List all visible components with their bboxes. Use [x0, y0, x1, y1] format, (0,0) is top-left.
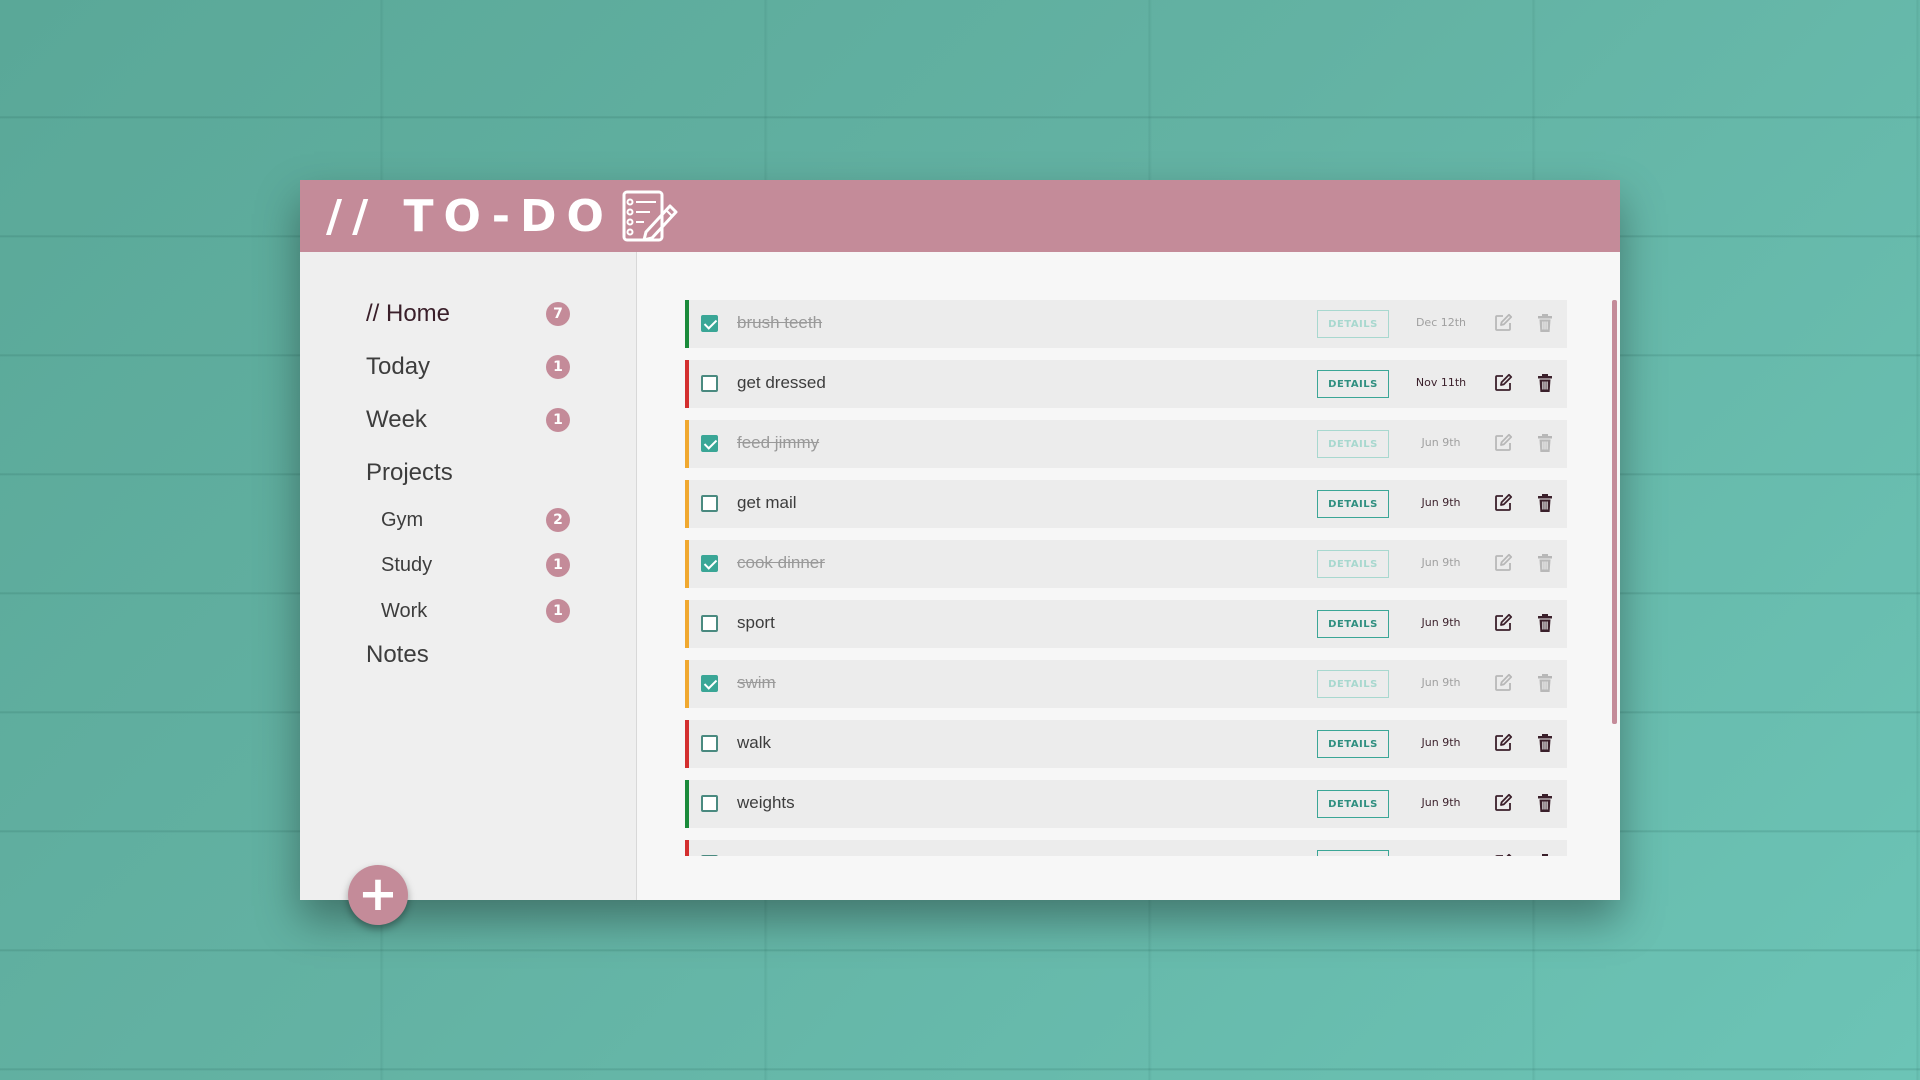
details-button[interactable]: DETAILS: [1317, 730, 1389, 758]
todo-row: DETAILS: [685, 840, 1567, 856]
trash-icon[interactable]: [1535, 433, 1555, 453]
trash-icon[interactable]: [1535, 373, 1555, 393]
todo-row: swim DETAILS Jun 9th: [685, 660, 1567, 708]
edit-icon[interactable]: [1493, 313, 1513, 333]
todo-checkbox[interactable]: [701, 315, 718, 332]
todo-checkbox[interactable]: [701, 375, 718, 392]
due-date: Jun 9th: [1421, 556, 1461, 569]
trash-icon[interactable]: [1535, 553, 1555, 573]
todo-checkbox[interactable]: [701, 795, 718, 812]
todo-row: weights DETAILS Jun 9th: [685, 780, 1567, 828]
todo-checkbox[interactable]: [701, 675, 718, 692]
todo-title: weights: [737, 793, 795, 812]
nav-item-week[interactable]: Week 1: [366, 406, 570, 434]
edit-icon[interactable]: [1493, 493, 1513, 513]
todo-row: sport DETAILS Jun 9th: [685, 600, 1567, 648]
todo-row: feed jimmy DETAILS Jun 9th: [685, 420, 1567, 468]
due-date: Jun 9th: [1421, 796, 1461, 809]
app-title: // TO-DO: [326, 190, 614, 242]
count-badge: 1: [546, 553, 570, 577]
todo-checkbox[interactable]: [701, 435, 718, 452]
todo-row: cook dinner DETAILS Jun 9th: [685, 540, 1567, 588]
nav-item-label: // Home: [366, 300, 451, 327]
edit-icon[interactable]: [1493, 733, 1513, 753]
trash-icon[interactable]: [1535, 853, 1555, 856]
todo-title: get dressed: [737, 373, 826, 392]
count-badge: 1: [546, 599, 570, 623]
due-date: Jun 9th: [1421, 676, 1461, 689]
details-button[interactable]: DETAILS: [1317, 790, 1389, 818]
edit-icon[interactable]: [1493, 613, 1513, 633]
todo-checkbox[interactable]: [701, 555, 718, 572]
nav-item-label: Gym: [381, 508, 424, 531]
todo-checkbox[interactable]: [701, 495, 718, 512]
todo-title: feed jimmy: [737, 433, 820, 452]
trash-icon[interactable]: [1535, 313, 1555, 333]
nav-item-today[interactable]: Today 1: [366, 353, 570, 381]
todo-list-panel: brush teeth DETAILS Dec 12th get dressed DET…: [637, 252, 1620, 900]
count-badge: 7: [546, 302, 570, 326]
sidebar: // Home 7 Today 1 Week 1 Projects Gym 2 …: [300, 252, 637, 925]
details-button[interactable]: DETAILS: [1317, 550, 1389, 578]
details-button[interactable]: DETAILS: [1317, 670, 1389, 698]
todo-title: walk: [737, 733, 772, 752]
details-button[interactable]: DETAILS: [1317, 850, 1389, 856]
todo-title: sport: [737, 613, 775, 632]
nav-item-notes[interactable]: Notes: [366, 641, 570, 669]
trash-icon[interactable]: [1535, 493, 1555, 513]
details-button[interactable]: DETAILS: [1317, 370, 1389, 398]
scrollbar[interactable]: [1612, 300, 1617, 724]
edit-icon[interactable]: [1493, 673, 1513, 693]
todo-checkbox[interactable]: [701, 615, 718, 632]
details-button[interactable]: DETAILS: [1317, 610, 1389, 638]
app-header: // TO-DO: [300, 180, 1620, 252]
nav-item-project-gym[interactable]: Gym 2: [381, 508, 570, 532]
details-button[interactable]: DETAILS: [1317, 310, 1389, 338]
due-date: Dec 12th: [1415, 316, 1467, 329]
todo-checkbox[interactable]: [701, 735, 718, 752]
todo-title: get mail: [737, 493, 797, 512]
nav-item-label: Projects: [366, 459, 453, 486]
nav-item-project-work[interactable]: Work 1: [381, 599, 570, 623]
details-button[interactable]: DETAILS: [1317, 430, 1389, 458]
trash-icon[interactable]: [1535, 613, 1555, 633]
edit-icon[interactable]: [1493, 433, 1513, 453]
nav-item-home[interactable]: // Home 7: [366, 300, 570, 328]
nav-item-label: Study: [381, 553, 433, 576]
count-badge: 2: [546, 508, 570, 532]
todo-row: brush teeth DETAILS Dec 12th: [685, 300, 1567, 348]
edit-icon[interactable]: [1493, 853, 1513, 856]
trash-icon[interactable]: [1535, 733, 1555, 753]
todo-row: get dressed DETAILS Nov 11th: [685, 360, 1567, 408]
edit-icon[interactable]: [1493, 793, 1513, 813]
details-button[interactable]: DETAILS: [1317, 490, 1389, 518]
nav-item-projects[interactable]: Projects: [366, 459, 570, 487]
count-badge: 1: [546, 408, 570, 432]
todo-checkbox[interactable]: [701, 855, 718, 856]
edit-icon[interactable]: [1493, 553, 1513, 573]
trash-icon[interactable]: [1535, 673, 1555, 693]
nav-item-label: Work: [381, 599, 428, 622]
todo-list: brush teeth DETAILS Dec 12th get dressed DET…: [685, 300, 1567, 856]
todo-title: cook dinner: [737, 553, 825, 572]
due-date: Jun 9th: [1421, 736, 1461, 749]
due-date: Jun 9th: [1421, 496, 1461, 509]
todo-title: swim: [737, 673, 776, 692]
edit-icon[interactable]: [1493, 373, 1513, 393]
nav-item-label: Today: [366, 353, 431, 380]
count-badge: 1: [546, 355, 570, 379]
todo-row: get mail DETAILS Jun 9th: [685, 480, 1567, 528]
todo-app-window: // TO-DO // Home 7 Today 1 Week 1 Projec…: [300, 180, 1620, 925]
nav-item-project-study[interactable]: Study 1: [381, 553, 570, 577]
nav-item-label: Week: [366, 406, 427, 433]
due-date: Jun 9th: [1421, 436, 1461, 449]
due-date: Nov 11th: [1415, 376, 1467, 389]
notepad-pencil-icon: [622, 190, 678, 242]
todo-title: brush teeth: [737, 313, 823, 332]
todo-row: walk DETAILS Jun 9th: [685, 720, 1567, 768]
trash-icon[interactable]: [1535, 793, 1555, 813]
nav-item-label: Notes: [366, 641, 429, 668]
due-date: Jun 9th: [1421, 616, 1461, 629]
add-todo-button[interactable]: +: [348, 865, 408, 925]
